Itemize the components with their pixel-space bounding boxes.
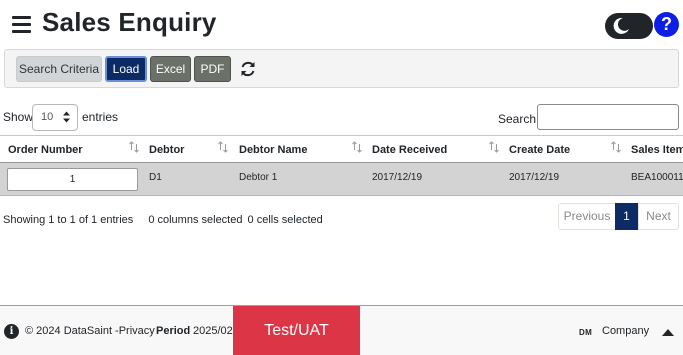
column-header-date-received[interactable]: Date Received — [372, 144, 447, 156]
sort-icon[interactable] — [611, 141, 621, 153]
search-criteria-button[interactable]: Search Criteria — [16, 56, 102, 82]
company-selector[interactable]: Company — [602, 325, 649, 337]
column-header-debtor-name[interactable]: Debtor Name — [239, 144, 307, 156]
select-arrows-icon — [63, 111, 70, 123]
sort-icon[interactable] — [489, 141, 499, 153]
column-header-debtor[interactable]: Debtor — [149, 144, 184, 156]
page-footer: i © 2024 DataSaint -Privacy Period 2025/… — [0, 305, 683, 355]
period-value: 2025/02 — [193, 325, 233, 337]
search-input[interactable] — [537, 104, 679, 130]
date-received-cell: 2017/12/19 — [372, 172, 423, 183]
moon-icon — [613, 17, 629, 34]
page-header: Sales Enquiry ? — [0, 0, 683, 48]
entries-per-page-select[interactable]: 10 — [32, 104, 78, 131]
sort-icon[interactable] — [218, 141, 228, 153]
page-1-button[interactable]: 1 — [615, 203, 638, 230]
columns-selected-text: 0 columns selected — [148, 214, 243, 226]
previous-page-button[interactable]: Previous — [558, 203, 616, 230]
environment-badge: Test/UAT — [233, 306, 360, 355]
show-label: Show — [3, 110, 34, 124]
create-date-cell: 2017/12/19 — [509, 172, 560, 183]
sort-icon[interactable] — [352, 141, 362, 153]
sort-icon[interactable] — [129, 141, 139, 153]
company-logo: DM — [579, 328, 593, 337]
privacy-link[interactable]: Privacy — [119, 325, 155, 337]
column-header-create-date[interactable]: Create Date — [509, 144, 570, 156]
sales-items-cell: BEA100011 — [631, 172, 683, 183]
info-icon[interactable]: i — [4, 324, 19, 339]
toolbar: Search Criteria Load Excel PDF — [4, 49, 679, 88]
search-label: Search: — [498, 112, 540, 126]
next-page-button[interactable]: Next — [638, 203, 679, 230]
order-number-cell-input[interactable]: 1 — [7, 168, 138, 191]
hamburger-menu-icon[interactable] — [12, 16, 31, 34]
column-header-sales-items[interactable]: Sales Items — [631, 144, 683, 156]
table-header: Order Number Debtor Debtor Name Date Rec… — [0, 135, 683, 163]
showing-entries-text: Showing 1 to 1 of 1 entries — [3, 214, 134, 226]
table-row[interactable]: 1 D1 Debtor 1 2017/12/19 2017/12/19 BEA1… — [0, 163, 683, 196]
debtor-name-cell: Debtor 1 — [239, 172, 278, 183]
column-header-order-number[interactable]: Order Number — [8, 144, 83, 156]
excel-export-button[interactable]: Excel — [150, 56, 191, 82]
copyright-label: © 2024 DataSaint - — [25, 325, 119, 337]
page-title: Sales Enquiry — [42, 7, 217, 37]
entries-label: entries — [82, 110, 119, 124]
refresh-icon[interactable] — [239, 59, 257, 79]
entries-selected-value: 10 — [41, 111, 54, 123]
pdf-export-button[interactable]: PDF — [194, 56, 231, 82]
period-label: Period — [156, 325, 191, 337]
debtor-cell: D1 — [149, 172, 162, 183]
load-button[interactable]: Load — [105, 56, 147, 82]
help-icon[interactable]: ? — [654, 12, 679, 37]
cells-selected-text: 0 cells selected — [247, 214, 323, 226]
table-info: Showing 1 to 1 of 1 entries 0 columns se… — [3, 214, 323, 226]
copyright-text: © 2024 DataSaint -Privacy — [25, 325, 155, 337]
caret-up-icon[interactable] — [662, 329, 674, 336]
theme-toggle[interactable] — [605, 13, 653, 39]
